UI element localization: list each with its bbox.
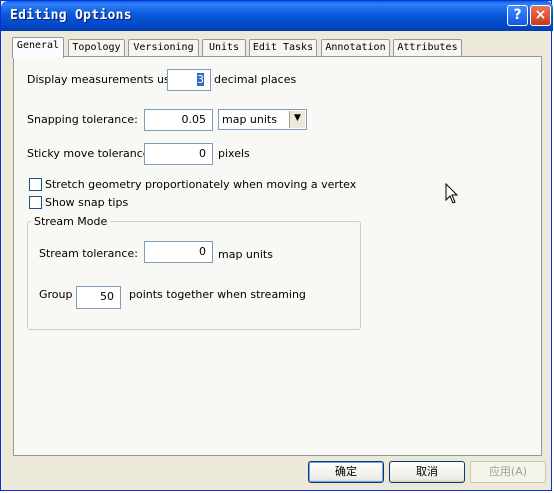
snapping-units-value: map units bbox=[222, 113, 277, 126]
tab-edit-tasks[interactable]: Edit Tasks bbox=[249, 39, 317, 56]
editing-options-dialog: Editing Options ? × General Topology Ver… bbox=[0, 0, 553, 491]
sticky-units-label: pixels bbox=[218, 147, 250, 160]
window-title: Editing Options bbox=[10, 8, 132, 23]
stream-mode-group bbox=[27, 221, 361, 330]
tab-annotation[interactable]: Annotation bbox=[321, 39, 390, 56]
show-snap-tips-checkbox[interactable] bbox=[29, 196, 42, 209]
tab-attributes[interactable]: Attributes bbox=[393, 39, 462, 56]
group-points-label: points together when streaming bbox=[129, 288, 306, 301]
decimal-places-value: 3 bbox=[197, 73, 204, 86]
group-points-input[interactable]: 50 bbox=[76, 286, 121, 309]
snapping-tolerance-input[interactable]: 0.05 bbox=[144, 109, 213, 131]
sticky-move-tolerance-label: Sticky move tolerance: bbox=[27, 147, 154, 160]
close-button[interactable]: × bbox=[530, 5, 551, 26]
ok-button[interactable]: 确定 bbox=[308, 461, 384, 483]
tab-versioning[interactable]: Versioning bbox=[128, 39, 199, 56]
tab-topology[interactable]: Topology bbox=[68, 39, 125, 56]
stream-tolerance-input[interactable]: 0 bbox=[144, 241, 213, 263]
stream-mode-title: Stream Mode bbox=[31, 215, 111, 228]
tab-units[interactable]: Units bbox=[202, 39, 246, 56]
tab-general[interactable]: General bbox=[12, 37, 64, 58]
stretch-geometry-label[interactable]: Stretch geometry proportionately when mo… bbox=[45, 178, 356, 191]
apply-button[interactable]: 应用(A) bbox=[470, 461, 546, 483]
decimal-places-label: decimal places bbox=[214, 73, 297, 86]
title-bar[interactable]: Editing Options ? × bbox=[1, 1, 553, 31]
stream-tolerance-units-label: map units bbox=[218, 248, 273, 261]
stretch-geometry-checkbox[interactable] bbox=[29, 178, 42, 191]
stream-tolerance-label: Stream tolerance: bbox=[39, 247, 138, 260]
cancel-button[interactable]: 取消 bbox=[389, 461, 465, 483]
snapping-tolerance-label: Snapping tolerance: bbox=[27, 113, 138, 126]
decimal-places-input[interactable]: 3 bbox=[167, 69, 211, 91]
chevron-down-icon[interactable]: ▼ bbox=[289, 111, 305, 128]
group-label: Group bbox=[39, 288, 73, 301]
snapping-units-select[interactable]: map units ▼ bbox=[218, 109, 307, 130]
sticky-move-tolerance-input[interactable]: 0 bbox=[144, 143, 213, 165]
help-button[interactable]: ? bbox=[507, 5, 528, 26]
show-snap-tips-label[interactable]: Show snap tips bbox=[45, 196, 128, 209]
display-measurements-label: Display measurements using bbox=[27, 73, 187, 86]
mouse-pointer-icon bbox=[445, 183, 459, 204]
